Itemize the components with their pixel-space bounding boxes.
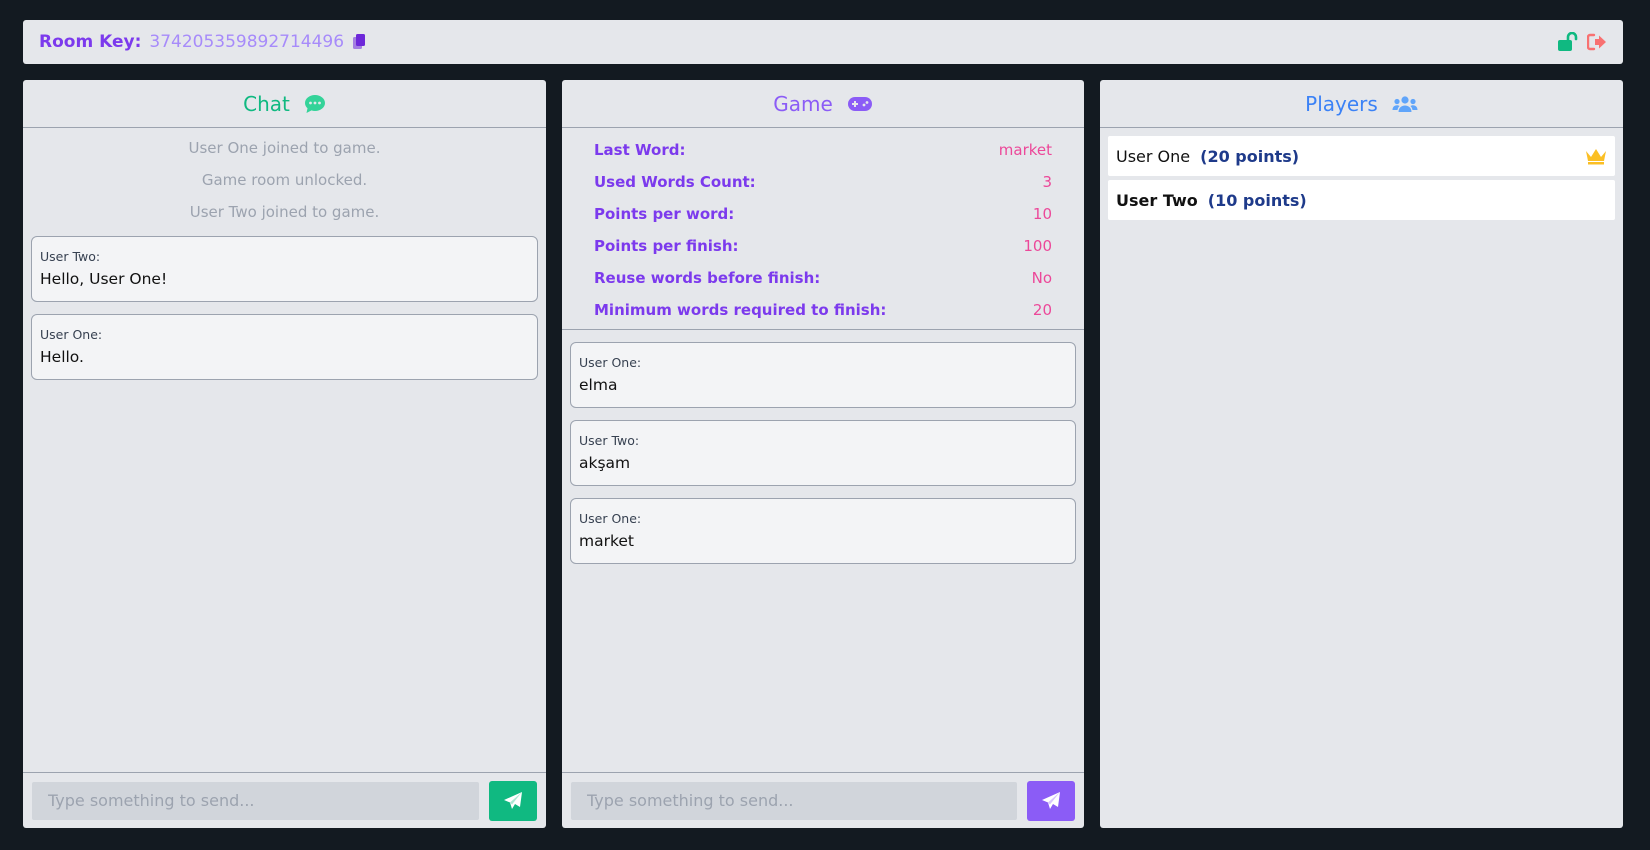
stat-points-per-finish: Points per finish: 100: [594, 230, 1052, 262]
room-actions: [1557, 32, 1607, 52]
chat-message-author: User One:: [40, 327, 103, 342]
player-row: User One (20 points): [1108, 136, 1615, 176]
player-points: (20 points): [1200, 146, 1300, 166]
word-text: elma: [579, 376, 618, 394]
unlock-icon-svg: [1558, 32, 1578, 51]
player-row: User Two (10 points): [1108, 180, 1615, 220]
game-title: Game: [773, 91, 833, 116]
stat-value: market: [998, 141, 1052, 159]
exit-icon-svg: [1587, 33, 1606, 51]
player-points: (10 points): [1207, 190, 1307, 210]
word-text: market: [579, 532, 635, 550]
word-author: User One:: [579, 355, 642, 370]
chat-messages: User Two: Hello, User One! User One: Hel…: [23, 228, 546, 380]
chat-message: User One: Hello.: [31, 314, 538, 380]
stat-label: Points per word:: [594, 205, 735, 223]
chat-panel: Chat User One joined to game. Game room …: [23, 80, 546, 828]
chat-message-text: Hello, User One!: [40, 270, 168, 288]
chat-header: Chat: [23, 80, 546, 128]
crown-icon: [1585, 147, 1607, 165]
system-message: User Two joined to game.: [189, 203, 380, 221]
system-message: Game room unlocked.: [201, 171, 368, 189]
room-key-value: 374205359892714496: [149, 32, 345, 52]
word-author: User One:: [579, 511, 642, 526]
word-entry: User One: elma: [570, 342, 1076, 408]
players-header: Players: [1100, 80, 1623, 128]
chat-input-bar: [23, 772, 546, 828]
word-entry: User One: market: [570, 498, 1076, 564]
stat-value: No: [1031, 269, 1052, 287]
word-input[interactable]: [571, 781, 1017, 820]
stat-label: Minimum words required to finish:: [594, 301, 887, 319]
stat-label: Last Word:: [594, 141, 686, 159]
system-message: User One joined to game.: [188, 139, 381, 157]
room-key-label: Room Key:: [39, 32, 142, 52]
stat-reuse-words: Reuse words before finish: No: [594, 262, 1052, 294]
game-stats: Last Word: market Used Words Count: 3 Po…: [562, 128, 1084, 330]
copy-icon[interactable]: [353, 34, 367, 50]
player-name: User Two: [1116, 190, 1198, 210]
word-entry: User Two: akşam: [570, 420, 1076, 486]
word-author: User Two:: [579, 433, 640, 448]
chat-input[interactable]: [32, 781, 479, 820]
stat-label: Points per finish:: [594, 237, 739, 255]
chat-message: User Two: Hello, User One!: [31, 236, 538, 302]
comment-icon: [304, 94, 325, 113]
stat-value: 20: [1032, 301, 1052, 319]
stat-value: 10: [1032, 205, 1052, 223]
game-panel: Game Last Word: market Used Words Count:…: [562, 80, 1084, 828]
stat-used-words-count: Used Words Count: 3: [594, 166, 1052, 198]
players-panel: Players User One (20 points) User Two (1…: [1100, 80, 1623, 828]
word-list: User One: elma User Two: akşam User One:…: [562, 330, 1084, 564]
word-text: akşam: [579, 454, 631, 472]
paper-plane-icon: [1042, 791, 1060, 809]
chat-message-author: User Two:: [40, 249, 101, 264]
unlock-icon[interactable]: [1557, 32, 1579, 52]
player-name: User One: [1116, 146, 1191, 166]
stat-value: 100: [1023, 237, 1052, 255]
stat-last-word: Last Word: market: [594, 134, 1052, 166]
room-header: Room Key: 374205359892714496: [23, 20, 1623, 64]
gamepad-icon: [847, 96, 872, 111]
stat-value: 3: [1042, 173, 1052, 191]
stat-label: Reuse words before finish:: [594, 269, 821, 287]
stat-label: Used Words Count:: [594, 173, 756, 191]
paper-plane-icon: [504, 791, 522, 809]
system-messages: User One joined to game. Game room unloc…: [23, 128, 546, 228]
word-send-button[interactable]: [1027, 780, 1075, 821]
stat-minimum-words: Minimum words required to finish: 20: [594, 294, 1052, 326]
chat-title: Chat: [243, 91, 290, 116]
chat-send-button[interactable]: [489, 780, 537, 821]
game-input-bar: [562, 772, 1084, 828]
game-header: Game: [562, 80, 1084, 128]
player-list: User One (20 points) User Two (10 points…: [1100, 128, 1623, 232]
chat-message-text: Hello.: [40, 348, 84, 366]
users-icon: [1392, 95, 1418, 112]
players-title: Players: [1305, 91, 1378, 116]
stat-points-per-word: Points per word: 10: [594, 198, 1052, 230]
exit-icon[interactable]: [1587, 33, 1607, 51]
